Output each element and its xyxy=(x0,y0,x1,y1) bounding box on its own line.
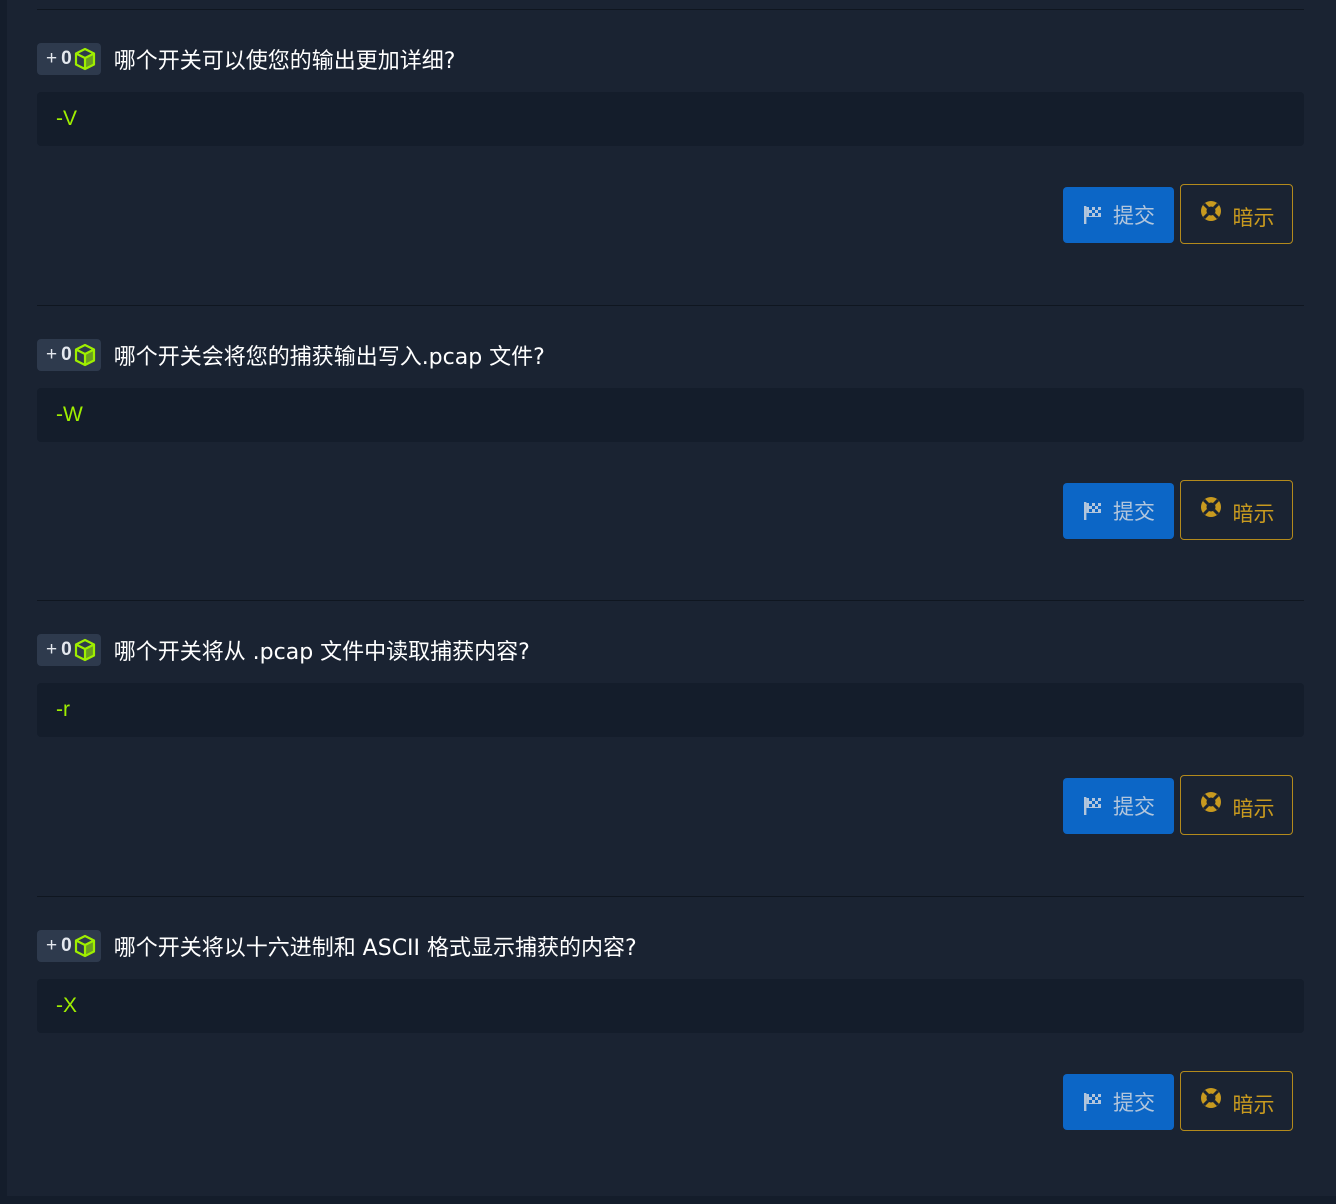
points-value: 0 xyxy=(61,935,72,956)
question-header: + 0 哪个开关将以十六进制和 ASCII 格式显示捕获的内容? xyxy=(37,930,637,962)
hint-button[interactable]: 暗示 xyxy=(1180,184,1293,244)
question-card: + 0 哪个开关可以使您的输出更加详细? -V 提交 暗示 xyxy=(37,9,1304,306)
question-title: 哪个开关可以使您的输出更加详细? xyxy=(113,49,456,74)
lifebuoy-icon xyxy=(1200,1088,1221,1108)
cube-icon xyxy=(74,934,95,958)
questions-panel: + 0 哪个开关可以使您的输出更加详细? -V 提交 暗示 + 0 哪个开关会将… xyxy=(7,0,1336,1196)
points-value: 0 xyxy=(61,639,72,660)
points-badge: + 0 xyxy=(37,339,101,371)
cube-icon xyxy=(74,638,95,662)
points-plus: + xyxy=(46,344,58,365)
submit-button[interactable]: 提交 xyxy=(1063,778,1174,834)
submit-button[interactable]: 提交 xyxy=(1063,1074,1174,1130)
answer-field[interactable]: -r xyxy=(37,683,1304,737)
question-header: + 0 哪个开关会将您的捕获输出写入.pcap 文件? xyxy=(37,339,545,371)
flag-icon xyxy=(1084,502,1101,520)
answer-field[interactable]: -W xyxy=(37,388,1304,442)
hint-label: 暗示 xyxy=(1232,1093,1275,1117)
question-header: + 0 哪个开关将从 .pcap 文件中读取捕获内容? xyxy=(37,634,530,666)
points-badge: + 0 xyxy=(37,634,101,666)
hint-button[interactable]: 暗示 xyxy=(1180,1071,1293,1131)
answer-field[interactable]: -V xyxy=(37,92,1304,146)
points-value: 0 xyxy=(61,48,72,69)
points-plus: + xyxy=(46,935,58,956)
question-title: 哪个开关会将您的捕获输出写入.pcap 文件? xyxy=(113,345,545,370)
points-badge: + 0 xyxy=(37,930,101,962)
question-title: 哪个开关将以十六进制和 ASCII 格式显示捕获的内容? xyxy=(113,936,637,961)
hint-label: 暗示 xyxy=(1232,206,1275,230)
answer-field[interactable]: -X xyxy=(37,979,1304,1033)
question-header: + 0 哪个开关可以使您的输出更加详细? xyxy=(37,43,455,75)
submit-label: 提交 xyxy=(1113,500,1155,524)
lifebuoy-icon xyxy=(1200,201,1221,221)
cube-icon xyxy=(74,343,95,367)
submit-label: 提交 xyxy=(1113,795,1155,819)
hint-button[interactable]: 暗示 xyxy=(1180,775,1293,835)
points-value: 0 xyxy=(61,344,72,365)
points-plus: + xyxy=(46,48,58,69)
question-card: + 0 哪个开关会将您的捕获输出写入.pcap 文件? -W 提交 暗示 xyxy=(37,305,1304,602)
question-card: + 0 哪个开关将从 .pcap 文件中读取捕获内容? -r 提交 暗示 xyxy=(37,600,1304,897)
flag-icon xyxy=(1084,1093,1101,1111)
flag-icon xyxy=(1084,206,1101,224)
question-title: 哪个开关将从 .pcap 文件中读取捕获内容? xyxy=(113,640,530,665)
question-card: + 0 哪个开关将以十六进制和 ASCII 格式显示捕获的内容? -X 提交 暗… xyxy=(37,896,1304,1193)
flag-icon xyxy=(1084,797,1101,815)
points-badge: + 0 xyxy=(37,43,101,75)
submit-label: 提交 xyxy=(1113,204,1155,228)
submit-button[interactable]: 提交 xyxy=(1063,483,1174,539)
lifebuoy-icon xyxy=(1200,792,1221,812)
hint-button[interactable]: 暗示 xyxy=(1180,480,1293,540)
points-plus: + xyxy=(46,639,58,660)
cube-icon xyxy=(74,47,95,71)
submit-label: 提交 xyxy=(1113,1091,1155,1115)
hint-label: 暗示 xyxy=(1232,502,1275,526)
submit-button[interactable]: 提交 xyxy=(1063,187,1174,243)
hint-label: 暗示 xyxy=(1232,797,1275,821)
lifebuoy-icon xyxy=(1200,497,1221,517)
